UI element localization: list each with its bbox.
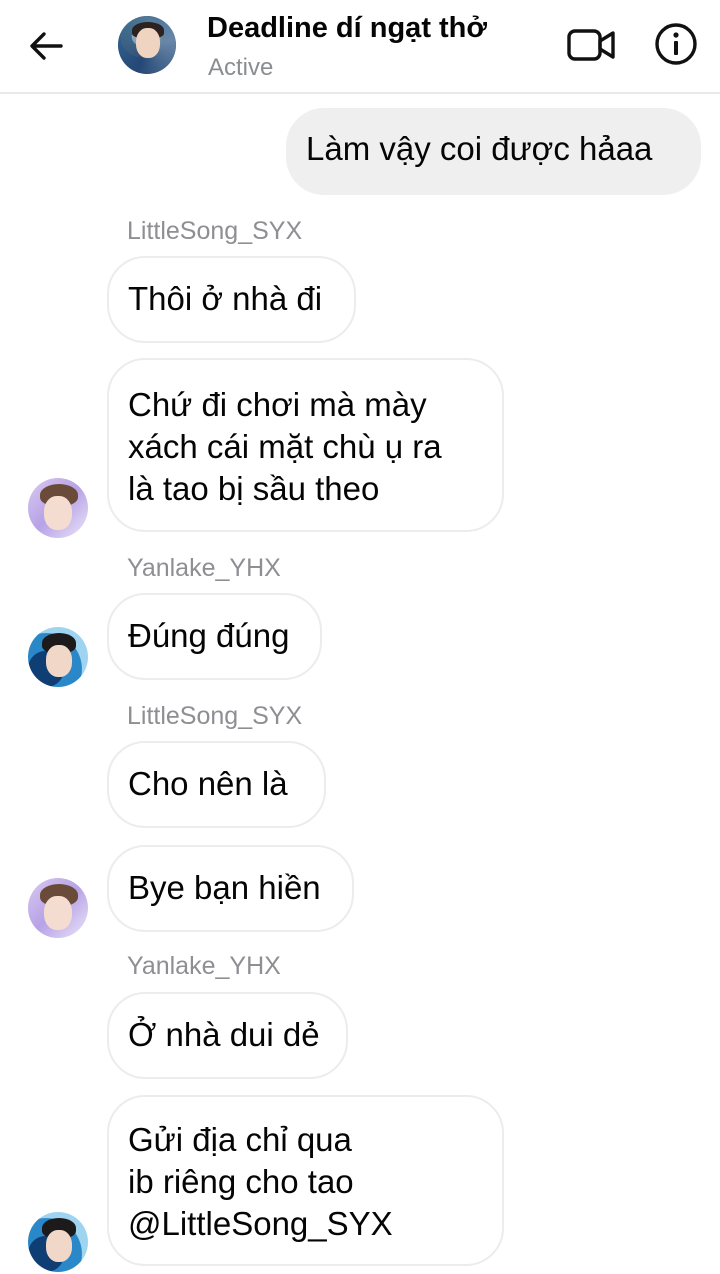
message-text-line: Chứ đi chơi mà mày [128, 386, 427, 423]
message-bubble[interactable]: Cho nên là [107, 741, 326, 828]
message-text-line: xách cái mặt chù ụ ra [128, 428, 442, 465]
back-button[interactable] [26, 26, 66, 66]
chat-header: Deadline dí ngạt thở Active [0, 0, 720, 94]
video-camera-icon[interactable] [566, 22, 618, 68]
message-text: Bye bạn hiền [128, 869, 321, 906]
avatar[interactable] [28, 1212, 88, 1272]
message-bubble[interactable]: Bye bạn hiền [107, 845, 354, 932]
message-text: Đúng đúng [128, 617, 290, 654]
sender-name: Yanlake_YHX [127, 554, 281, 582]
message-bubble[interactable]: Đúng đúng [107, 593, 322, 680]
sender-name: LittleSong_SYX [127, 702, 303, 730]
message-text-line: Gửi địa chỉ qua [128, 1121, 352, 1158]
active-status: Active [208, 54, 274, 81]
message-bubble[interactable]: Chứ đi chơi mà mày xách cái mặt chù ụ ra… [107, 358, 504, 532]
avatar[interactable] [28, 478, 88, 538]
message-bubble-outgoing[interactable]: Làm vậy coi được hảaa [286, 108, 701, 195]
info-icon[interactable] [654, 22, 698, 66]
message-text-line: ib riêng cho tao [128, 1163, 354, 1200]
message-text-line: @LittleSong_SYX [128, 1205, 393, 1242]
message-bubble[interactable]: Gửi địa chỉ qua ib riêng cho tao @Little… [107, 1095, 504, 1266]
sender-name: Yanlake_YHX [127, 952, 281, 980]
chat-title[interactable]: Deadline dí ngạt thở [207, 12, 487, 45]
group-avatar[interactable] [118, 16, 176, 74]
avatar[interactable] [28, 627, 88, 687]
message-text-line: là tao bị sầu theo [128, 470, 380, 507]
arrow-left-icon [30, 32, 63, 60]
sender-name: LittleSong_SYX [127, 217, 303, 245]
message-bubble[interactable]: Thôi ở nhà đi [107, 256, 356, 343]
message-text: Làm vậy coi được hảaa [306, 130, 653, 167]
avatar[interactable] [28, 878, 88, 938]
message-text: Thôi ở nhà đi [128, 280, 323, 317]
message-text: Ở nhà dui dẻ [128, 1016, 320, 1053]
message-text: Cho nên là [128, 765, 288, 802]
message-bubble[interactable]: Ở nhà dui dẻ [107, 992, 348, 1079]
